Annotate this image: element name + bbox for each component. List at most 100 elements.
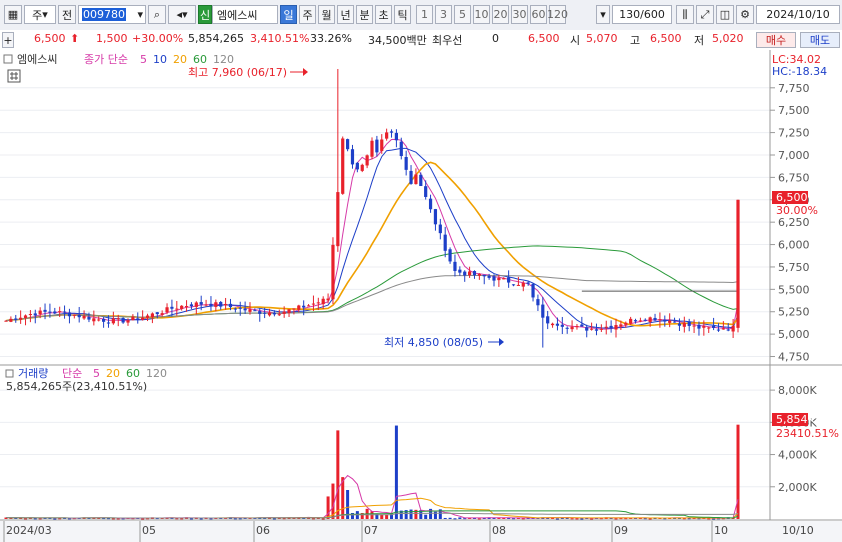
candle-body (414, 174, 418, 185)
expand-button[interactable]: + (2, 32, 14, 48)
minute-tab-5[interactable]: 5 (454, 5, 471, 24)
candle-icon[interactable]: ⫼ (676, 5, 694, 24)
candle-body (165, 307, 169, 313)
minute-tab-60[interactable]: 60 (530, 5, 547, 24)
candle-body (224, 303, 228, 306)
candle-body (458, 269, 462, 273)
last-price: 6,500 (528, 32, 560, 45)
credit-badge: 신 (198, 5, 212, 24)
candle-body (716, 329, 721, 331)
legend-box-icon (5, 369, 14, 378)
candle-body (687, 321, 691, 326)
candle-body (77, 314, 81, 318)
period-tab-5[interactable]: 분 (356, 5, 373, 24)
volume-bar (141, 518, 145, 520)
candle-body (116, 318, 120, 320)
minute-tab-30[interactable]: 30 (511, 5, 528, 24)
change-percent: +30.00% (132, 32, 184, 45)
candle-body (697, 324, 701, 329)
candle-body (516, 284, 520, 286)
candle-body (604, 326, 608, 328)
candle-body (472, 271, 477, 276)
candle-body (638, 320, 642, 322)
minute-tab-20[interactable]: 20 (492, 5, 509, 24)
speaker-icon[interactable]: ◂▾ (168, 5, 196, 24)
period-tab-1[interactable]: 일 (280, 5, 297, 24)
candle-body (263, 312, 267, 314)
market-select[interactable]: 주 ▾ (24, 5, 56, 24)
period-tab-7[interactable]: 틱 (394, 5, 411, 24)
candle-body (121, 317, 125, 323)
candle-body (428, 198, 433, 210)
compare-icon[interactable]: ◫ (716, 5, 734, 24)
stock-chart[interactable]: 엠에스씨 종가 단순 5 10 20 60 120 거래량 단순 5 20 60 120 5,… (0, 48, 842, 542)
high-price: 6,500 (650, 32, 682, 45)
stock-name: 엠에스씨 (212, 5, 278, 24)
candle-body (194, 302, 198, 307)
candle-body (619, 324, 623, 327)
period-tab-6[interactable]: 초 (375, 5, 392, 24)
up-arrow-icon: ⬆ (70, 32, 80, 45)
candle-body (453, 261, 457, 271)
candle-body (507, 277, 511, 283)
date-tick-label: 08 (492, 524, 506, 537)
chart-menu-icon[interactable]: ▦ (4, 5, 22, 24)
period-tab-3[interactable]: 월 (318, 5, 335, 24)
chevron-down-icon[interactable]: ▾ (596, 5, 610, 24)
minute-tab-3[interactable]: 3 (435, 5, 452, 24)
candle-body (463, 271, 467, 276)
candle-body (189, 304, 194, 307)
minute-tab-120[interactable]: 120 (547, 5, 568, 24)
candle-body (228, 303, 233, 308)
volume: 5,854,265 (188, 32, 244, 45)
volume-bar (385, 514, 389, 519)
volume-bar (321, 518, 325, 520)
candle-body (707, 327, 711, 329)
candle-body (131, 316, 135, 321)
candle-body (355, 162, 359, 170)
price-tick-label: 7,250 (778, 127, 810, 140)
minute-tab-1[interactable]: 1 (416, 5, 433, 24)
ma-period-20: 20 (173, 53, 187, 66)
count-field[interactable]: 130/600 (612, 5, 672, 24)
period-tab-4[interactable]: 년 (337, 5, 354, 24)
date-field[interactable]: 2024/10/10 (756, 5, 840, 24)
price-change: 1,500 (96, 32, 128, 45)
search-icon[interactable]: ⌕ (148, 5, 166, 24)
candle-body (365, 155, 369, 166)
minute-tab-10[interactable]: 10 (473, 5, 490, 24)
candle-body (287, 309, 291, 314)
candle-body (141, 317, 145, 320)
buy-button[interactable]: 매수 (756, 32, 796, 48)
gear-icon[interactable]: ⚙ (736, 5, 754, 24)
volume-bar (555, 518, 559, 520)
date-tick-label: 10/10 (782, 524, 814, 537)
current-price: 6,500 (34, 32, 66, 45)
candle-body (82, 315, 86, 319)
candle-body (375, 139, 379, 153)
volume-bar (614, 518, 618, 520)
candle-body (624, 322, 628, 325)
candle-body (526, 282, 530, 284)
ma-caption: 종가 단순 (84, 53, 128, 66)
candle-body (331, 244, 335, 300)
price-tick-label: 6,000 (778, 239, 810, 252)
sell-button[interactable]: 매도 (800, 32, 840, 48)
candle-body (184, 306, 189, 308)
candle-body (341, 138, 345, 194)
price-tick-label: 6,750 (778, 171, 810, 184)
candle-body (409, 170, 413, 184)
period-tab-2[interactable]: 주 (299, 5, 316, 24)
tools-icon[interactable]: ⤢ (696, 5, 714, 24)
code-input[interactable]: 009780 ▾ (78, 5, 146, 24)
prev-button[interactable]: 전 (58, 5, 76, 24)
candle-body (175, 308, 179, 310)
candle-body (570, 326, 574, 330)
price-tick-label: 5,250 (778, 306, 810, 319)
candle-body (150, 313, 154, 318)
candle-body (448, 249, 452, 262)
price-tick-label: 5,750 (778, 261, 810, 274)
volume-bar (453, 518, 457, 520)
grid-toggle-icon[interactable] (7, 69, 21, 83)
candle-body (648, 317, 652, 323)
